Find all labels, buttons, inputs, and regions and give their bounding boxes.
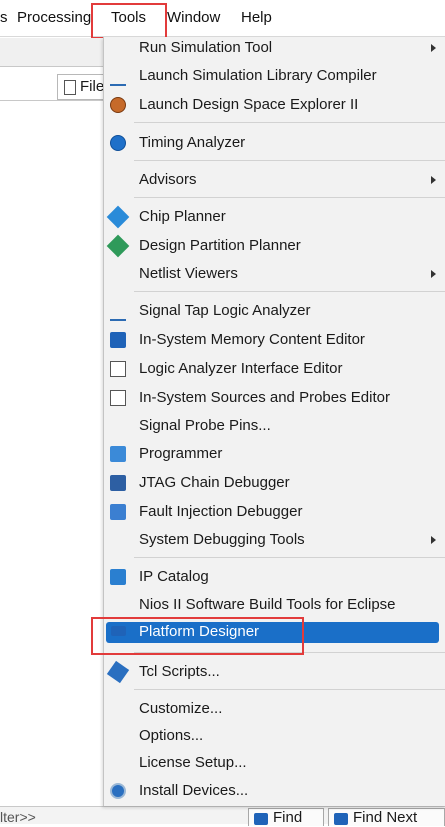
menu-item-customize[interactable]: Customize... bbox=[104, 696, 445, 722]
menu-item-label: Options... bbox=[139, 727, 204, 744]
find-button-label: Find bbox=[273, 809, 303, 826]
submenu-arrow-icon bbox=[431, 536, 436, 544]
jtag-icon bbox=[110, 475, 126, 491]
file-icon bbox=[64, 80, 76, 95]
bottom-bar: lter>> Find Find Next bbox=[0, 806, 445, 826]
menu-item-system-debugging-tools[interactable]: System Debugging Tools bbox=[104, 527, 445, 553]
menu-item-in-system-memory-content-editor[interactable]: In-System Memory Content Editor bbox=[104, 327, 445, 353]
menu-item-programmer[interactable]: Programmer bbox=[104, 441, 445, 467]
find-button[interactable]: Find bbox=[248, 808, 324, 826]
menu-item-label: Advisors bbox=[139, 171, 197, 188]
ip-catalog-icon bbox=[110, 569, 126, 585]
menu-item-label: JTAG Chain Debugger bbox=[139, 474, 290, 491]
menu-item-options[interactable]: Options... bbox=[104, 723, 445, 749]
programmer-icon bbox=[110, 446, 126, 462]
sim-library-icon bbox=[110, 68, 126, 86]
menu-item-signal-tap-logic-analyzer[interactable]: Signal Tap Logic Analyzer bbox=[104, 298, 445, 324]
menu-item-label: Customize... bbox=[139, 700, 223, 717]
menu-item-label: Launch Design Space Explorer II bbox=[139, 96, 359, 113]
find-next-button-label: Find Next bbox=[353, 809, 418, 826]
menu-item-label: Programmer bbox=[139, 445, 223, 462]
menu-separator bbox=[134, 557, 445, 558]
menu-item-signal-probe-pins[interactable]: Signal Probe Pins... bbox=[104, 413, 445, 439]
menubar: s Processing Tools Window Help bbox=[0, 0, 445, 37]
menu-item-label: Install Devices... bbox=[139, 782, 249, 799]
menu-item-label: Design Partition Planner bbox=[139, 237, 301, 254]
tools-highlight-box bbox=[91, 3, 167, 39]
menu-item-label: System Debugging Tools bbox=[139, 531, 305, 548]
menu-item-run-simulation-tool[interactable]: Run Simulation Tool bbox=[104, 35, 445, 61]
logic-analyzer-interface-icon bbox=[110, 361, 126, 377]
menu-item-label: Logic Analyzer Interface Editor bbox=[139, 360, 343, 377]
design-space-explorer-icon bbox=[110, 97, 126, 113]
menu-item-label: IP Catalog bbox=[139, 568, 209, 585]
find-icon bbox=[254, 813, 268, 825]
menu-item-design-partition-planner[interactable]: Design Partition Planner bbox=[104, 233, 445, 259]
menu-item-label: Timing Analyzer bbox=[139, 134, 246, 151]
menu-item-advisors[interactable]: Advisors bbox=[104, 167, 445, 193]
menubar-item-window[interactable]: Window bbox=[167, 8, 220, 28]
menu-separator bbox=[134, 122, 445, 123]
menu-item-fault-injection-debugger[interactable]: Fault Injection Debugger bbox=[104, 499, 445, 525]
menu-item-logic-analyzer-interface-editor[interactable]: Logic Analyzer Interface Editor bbox=[104, 356, 445, 382]
menu-item-label: Run Simulation Tool bbox=[139, 39, 273, 56]
menu-item-label: Netlist Viewers bbox=[139, 265, 238, 282]
left-divider bbox=[0, 100, 110, 101]
install-devices-icon bbox=[110, 783, 126, 799]
menu-separator bbox=[134, 291, 445, 292]
menubar-item-processing[interactable]: Processing bbox=[17, 8, 91, 28]
menu-item-label: In-System Memory Content Editor bbox=[139, 331, 365, 348]
menu-item-label: Tcl Scripts... bbox=[139, 663, 220, 680]
menu-item-in-system-sources-probes-editor[interactable]: In-System Sources and Probes Editor bbox=[104, 385, 445, 411]
menu-separator bbox=[134, 197, 445, 198]
menu-item-label: In-System Sources and Probes Editor bbox=[139, 389, 390, 406]
menu-item-label: Launch Simulation Library Compiler bbox=[139, 67, 377, 84]
menu-item-install-devices[interactable]: Install Devices... bbox=[104, 778, 445, 804]
menubar-item-help[interactable]: Help bbox=[241, 8, 272, 28]
menu-item-label: Nios II Software Build Tools for Eclipse bbox=[139, 596, 396, 613]
tcl-scripts-icon bbox=[106, 660, 130, 684]
menu-item-label: License Setup... bbox=[139, 754, 247, 771]
menu-item-netlist-viewers[interactable]: Netlist Viewers bbox=[104, 261, 445, 287]
menu-item-label: Signal Probe Pins... bbox=[139, 417, 271, 434]
menu-item-tcl-scripts[interactable]: Tcl Scripts... bbox=[104, 659, 445, 685]
timing-analyzer-icon bbox=[110, 135, 126, 151]
design-partition-icon bbox=[106, 234, 130, 258]
menu-item-license-setup[interactable]: License Setup... bbox=[104, 750, 445, 776]
menu-separator bbox=[134, 689, 445, 690]
signal-tap-icon bbox=[110, 303, 126, 321]
menu-item-ip-catalog[interactable]: IP Catalog bbox=[104, 564, 445, 590]
find-next-icon bbox=[334, 813, 348, 825]
sources-probes-icon bbox=[110, 390, 126, 406]
menu-item-chip-planner[interactable]: Chip Planner bbox=[104, 204, 445, 230]
fault-injection-icon bbox=[110, 504, 126, 520]
submenu-arrow-icon bbox=[431, 176, 436, 184]
menu-item-label: Signal Tap Logic Analyzer bbox=[139, 302, 311, 319]
memory-editor-icon bbox=[110, 332, 126, 348]
menu-item-jtag-chain-debugger[interactable]: JTAG Chain Debugger bbox=[104, 470, 445, 496]
menubar-item-partial[interactable]: s bbox=[0, 8, 8, 28]
toolbar-strip bbox=[0, 38, 110, 67]
menu-item-launch-simulation-library-compiler[interactable]: Launch Simulation Library Compiler bbox=[104, 63, 445, 89]
menu-item-timing-analyzer[interactable]: Timing Analyzer bbox=[104, 130, 445, 156]
tools-menu: Run Simulation Tool Launch Simulation Li… bbox=[103, 37, 445, 806]
chip-planner-icon bbox=[106, 205, 130, 229]
find-next-button[interactable]: Find Next bbox=[328, 808, 445, 826]
menu-separator bbox=[134, 160, 445, 161]
menu-item-launch-design-space-explorer[interactable]: Launch Design Space Explorer II bbox=[104, 92, 445, 118]
menu-item-nios-ii-software-build-tools[interactable]: Nios II Software Build Tools for Eclipse bbox=[104, 592, 445, 618]
menu-item-label: Fault Injection Debugger bbox=[139, 503, 303, 520]
submenu-arrow-icon bbox=[431, 270, 436, 278]
submenu-arrow-icon bbox=[431, 44, 436, 52]
menu-item-label: Chip Planner bbox=[139, 208, 226, 225]
platform-designer-highlight-box bbox=[91, 617, 304, 655]
